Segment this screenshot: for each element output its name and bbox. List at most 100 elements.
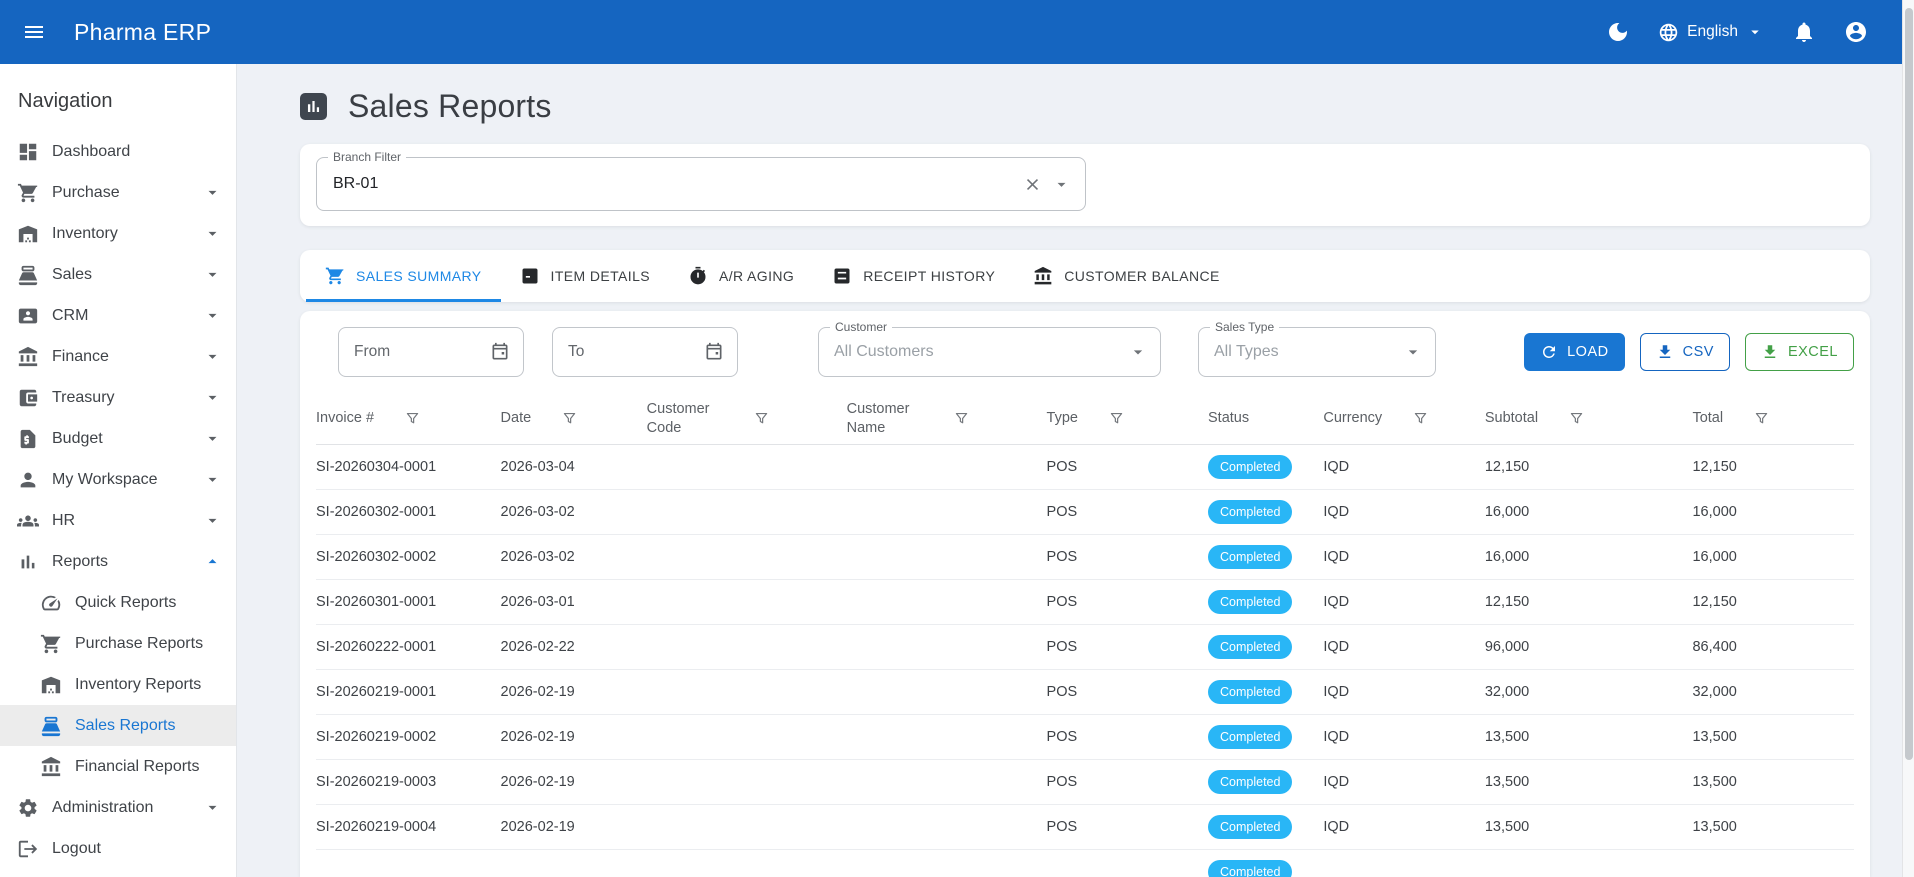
- filter-icon[interactable]: [1412, 410, 1429, 427]
- csv-export-button[interactable]: CSV: [1639, 333, 1730, 371]
- sidebar-item-purchase-reports[interactable]: Purchase Reports: [0, 623, 236, 664]
- filter-icon[interactable]: [1753, 410, 1770, 427]
- column-header-subtotal: Subtotal: [1485, 409, 1693, 428]
- action-buttons: LOAD CSV EXCEL: [1524, 333, 1854, 371]
- cell-currency: IQD: [1323, 819, 1350, 835]
- table-row[interactable]: Completed: [316, 850, 1854, 877]
- from-date-input[interactable]: From: [338, 327, 524, 377]
- sidebar-item-dashboard[interactable]: Dashboard: [0, 131, 236, 172]
- tab-a-r-aging[interactable]: A/R AGING: [669, 250, 813, 302]
- branch-filter-select[interactable]: Branch Filter BR-01: [316, 150, 1086, 211]
- warehouse-icon: [40, 674, 62, 696]
- branch-filter-card: Branch Filter BR-01: [300, 144, 1870, 226]
- table-row[interactable]: SI-20260302-0002 2026-03-02 POS Completed IQ…: [316, 535, 1854, 580]
- sidebar-item-label: Logout: [52, 839, 101, 857]
- table-row[interactable]: SI-20260219-0001 2026-02-19 POS Completed IQ…: [316, 670, 1854, 715]
- sidebar-item-financial-reports[interactable]: Financial Reports: [0, 746, 236, 787]
- sales-type-select[interactable]: Sales Type All Types: [1198, 320, 1436, 377]
- chevron-down-icon: [203, 347, 222, 366]
- sidebar-item-label: CRM: [52, 306, 89, 324]
- cell-invoice: SI-20260219-0001: [316, 684, 437, 700]
- table-row[interactable]: SI-20260302-0001 2026-03-02 POS Completed IQ…: [316, 490, 1854, 535]
- filter-icon[interactable]: [404, 410, 421, 427]
- groups-icon: [17, 510, 39, 532]
- cell-total: 32,000: [1692, 684, 1737, 700]
- page-title-row: Sales Reports: [300, 88, 1870, 124]
- tab-sales-summary[interactable]: SALES SUMMARY: [306, 250, 501, 302]
- person-icon: [17, 469, 39, 491]
- pos-icon: [40, 715, 62, 737]
- sidebar-item-sales[interactable]: Sales: [0, 254, 236, 295]
- calendar-icon[interactable]: [704, 342, 724, 362]
- scrollbar-thumb[interactable]: [1905, 8, 1913, 760]
- load-button[interactable]: LOAD: [1524, 333, 1625, 371]
- filter-icon[interactable]: [753, 410, 770, 427]
- filter-icon[interactable]: [561, 410, 578, 427]
- tab-item-details[interactable]: ITEM DETAILS: [501, 250, 669, 302]
- report-panel: From To Customer All Customers Sales Typ…: [300, 311, 1870, 877]
- chevron-down-icon: [1403, 342, 1423, 362]
- cell-subtotal: 32,000: [1484, 684, 1530, 700]
- cell-currency: IQD: [1323, 504, 1350, 520]
- table-row[interactable]: SI-20260304-0001 2026-03-04 POS Completed IQ…: [316, 445, 1854, 490]
- account-icon[interactable]: [1844, 20, 1868, 44]
- chevron-down-icon: [203, 183, 222, 202]
- sidebar-item-budget[interactable]: Budget: [0, 418, 236, 459]
- dark-mode-icon[interactable]: [1606, 20, 1630, 44]
- sidebar-heading: Navigation: [18, 90, 113, 112]
- sidebar: Navigation Dashboard Purchase Inventory Sal…: [0, 64, 237, 877]
- table-row[interactable]: SI-20260219-0004 2026-02-19 POS Completed IQ…: [316, 805, 1854, 850]
- table-row[interactable]: SI-20260219-0003 2026-02-19 POS Completed IQ…: [316, 760, 1854, 805]
- notifications-icon[interactable]: [1792, 20, 1816, 44]
- sidebar-item-sales-reports[interactable]: Sales Reports: [0, 705, 236, 746]
- chevron-down-icon: [203, 470, 222, 489]
- tab-customer-balance[interactable]: CUSTOMER BALANCE: [1014, 250, 1239, 302]
- cell-type: POS: [1046, 819, 1078, 835]
- sidebar-item-my-workspace[interactable]: My Workspace: [0, 459, 236, 500]
- cell-date: 2026-02-22: [500, 639, 575, 655]
- speed-icon: [40, 592, 62, 614]
- sidebar-item-administration[interactable]: Administration: [0, 787, 236, 828]
- status-badge: Completed: [1208, 860, 1293, 877]
- page-title: Sales Reports: [348, 87, 552, 124]
- sidebar-item-inventory-reports[interactable]: Inventory Reports: [0, 664, 236, 705]
- table-row[interactable]: SI-20260301-0001 2026-03-01 POS Completed IQ…: [316, 580, 1854, 625]
- language-selector[interactable]: English: [1658, 22, 1764, 43]
- excel-export-button[interactable]: EXCEL: [1744, 333, 1854, 371]
- sidebar-item-crm[interactable]: CRM: [0, 295, 236, 336]
- status-badge: Completed: [1208, 590, 1293, 614]
- filter-icon[interactable]: [1568, 410, 1585, 427]
- cell-type: POS: [1046, 594, 1078, 610]
- sidebar-item-inventory[interactable]: Inventory: [0, 213, 236, 254]
- menu-icon[interactable]: [22, 20, 46, 44]
- bank-icon: [1033, 266, 1053, 286]
- sidebar-item-purchase[interactable]: Purchase: [0, 172, 236, 213]
- sidebar-item-finance[interactable]: Finance: [0, 336, 236, 377]
- sidebar-item-hr[interactable]: HR: [0, 500, 236, 541]
- cell-status: Completed: [1208, 770, 1323, 794]
- filter-icon[interactable]: [1108, 410, 1125, 427]
- chevron-down-icon: [203, 265, 222, 284]
- sidebar-item-treasury[interactable]: Treasury: [0, 377, 236, 418]
- cell-subtotal: 16,000: [1484, 549, 1530, 565]
- logout-icon: [17, 838, 39, 860]
- sales-type-select-value: All Types: [1214, 343, 1279, 360]
- refresh-icon: [1540, 343, 1558, 361]
- table-row[interactable]: SI-20260222-0001 2026-02-22 POS Completed IQ…: [316, 625, 1854, 670]
- customer-select[interactable]: Customer All Customers: [818, 320, 1161, 377]
- receipt-icon: [520, 266, 540, 286]
- sidebar-item-logout[interactable]: Logout: [0, 828, 236, 869]
- table-row[interactable]: SI-20260219-0002 2026-02-19 POS Completed IQ…: [316, 715, 1854, 760]
- clear-icon[interactable]: [1023, 175, 1042, 194]
- to-date-input[interactable]: To: [552, 327, 738, 377]
- cell-subtotal: 96,000: [1484, 639, 1530, 655]
- filter-icon[interactable]: [953, 410, 970, 427]
- sidebar-item-reports[interactable]: Reports: [0, 541, 236, 582]
- sidebar-item-quick-reports[interactable]: Quick Reports: [0, 582, 236, 623]
- sidebar-item-label: Reports: [52, 552, 109, 570]
- calendar-icon[interactable]: [490, 342, 510, 362]
- globe-icon: [1658, 22, 1679, 43]
- table-header: Invoice # Date Customer Code Customer Name T…: [316, 393, 1854, 445]
- tab-receipt-history[interactable]: RECEIPT HISTORY: [813, 250, 1014, 302]
- column-label: Customer Code: [646, 400, 710, 436]
